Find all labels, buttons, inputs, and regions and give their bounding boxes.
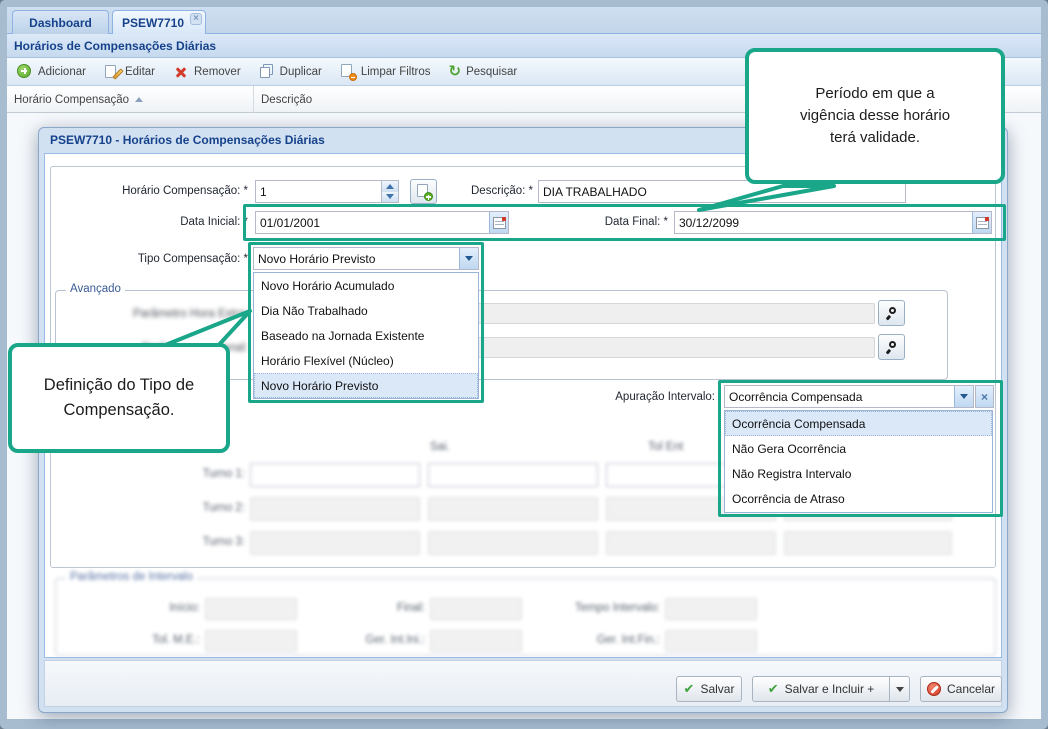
pesquisar-button[interactable]: ↻ Pesquisar xyxy=(449,64,518,79)
calendar-icon[interactable] xyxy=(972,212,991,233)
dialog-title-text: PSEW7710 - Horários de Compensações Diár… xyxy=(50,133,325,147)
column-label: Horário Compensação xyxy=(14,94,129,106)
dropdown-option[interactable]: Não Registra Intervalo xyxy=(725,461,992,486)
tipo-compensacao-label: Tipo Compensação: * xyxy=(60,253,248,265)
dropdown-option[interactable]: Ocorrência de Atraso xyxy=(725,486,992,511)
data-inicial-field[interactable] xyxy=(255,211,509,234)
chevron-down-icon xyxy=(896,687,904,692)
dropdown-option[interactable]: Novo Horário Acumulado xyxy=(254,273,478,298)
tab-label: PSEW7710 xyxy=(122,16,184,30)
split-arrow-button[interactable] xyxy=(889,677,909,701)
tab-psew7710[interactable]: PSEW7710 × xyxy=(112,10,206,34)
tab-bar: Dashboard PSEW7710 × xyxy=(7,7,1041,34)
calendar-icon[interactable] xyxy=(489,212,508,233)
dropdown-option-selected[interactable]: Novo Horário Previsto xyxy=(254,373,478,398)
search-icon xyxy=(885,306,899,320)
tipo-compensacao-combo[interactable] xyxy=(253,247,479,270)
apuracao-intervalo-value[interactable] xyxy=(725,386,954,407)
data-inicial-input[interactable] xyxy=(256,212,489,233)
new-record-icon xyxy=(417,184,431,199)
param-hora-extra-label: Parâmetro Hora Extra: xyxy=(58,308,248,320)
spinner-down-icon[interactable] xyxy=(382,192,398,203)
search-icon xyxy=(885,340,899,354)
callout-periodo: Período em que a vigência desse horário … xyxy=(745,48,1005,184)
chevron-down-icon[interactable] xyxy=(459,248,478,269)
remover-label: Remover xyxy=(194,66,241,78)
column-horario-compensacao[interactable]: Horário Compensação xyxy=(7,86,254,113)
copy-icon xyxy=(259,64,275,80)
horario-compensacao-input[interactable] xyxy=(256,181,381,202)
adicionar-button[interactable]: Adicionar xyxy=(17,64,86,80)
panel-title: Horários de Compensações Diárias xyxy=(14,39,216,53)
fieldset-legend: Avançado xyxy=(66,283,125,295)
search-lookup-button[interactable] xyxy=(878,300,905,326)
column-label: Descrição xyxy=(261,94,312,106)
limpar-filtros-button[interactable]: Limpar Filtros xyxy=(340,64,431,80)
dropdown-option[interactable]: Baseado na Jornada Existente xyxy=(254,323,478,348)
add-icon xyxy=(17,64,33,80)
spinner-buttons[interactable] xyxy=(381,181,398,202)
salvar-label: Salvar xyxy=(700,682,734,696)
data-inicial-label: Data Inicial: * xyxy=(80,216,248,228)
tipo-compensacao-dropdown: Novo Horário Acumulado Dia Não Trabalhad… xyxy=(253,272,479,399)
chevron-down-icon[interactable] xyxy=(954,386,973,407)
sort-asc-icon xyxy=(135,97,143,102)
check-icon: ✔ xyxy=(768,682,779,697)
editar-label: Editar xyxy=(125,66,155,78)
dropdown-option-selected[interactable]: Ocorrência Compensada xyxy=(725,411,992,436)
data-final-input[interactable] xyxy=(675,212,972,233)
remover-button[interactable]: Remover xyxy=(173,64,241,80)
salvar-incluir-label: Salvar e Incluir + xyxy=(785,682,875,696)
dropdown-option[interactable]: Dia Não Trabalhado xyxy=(254,298,478,323)
tab-label: Dashboard xyxy=(29,16,92,30)
clear-button[interactable]: × xyxy=(975,385,994,408)
cancel-icon xyxy=(927,682,941,696)
dropdown-option[interactable]: Horário Flexível (Núcleo) xyxy=(254,348,478,373)
horario-compensacao-label: Horário Compensação: * xyxy=(30,185,248,197)
app-window: Dashboard PSEW7710 × Horários de Compens… xyxy=(0,0,1048,729)
edit-pencil-icon xyxy=(104,64,120,80)
search-lookup-button[interactable] xyxy=(878,334,905,360)
tipo-compensacao-value[interactable] xyxy=(254,248,459,269)
dropdown-option[interactable]: Não Gera Ocorrência xyxy=(725,436,992,461)
salvar-button[interactable]: ✔ Salvar xyxy=(676,676,742,702)
salvar-incluir-button[interactable]: ✔ Salvar e Incluir + xyxy=(752,676,910,702)
spinner-up-icon[interactable] xyxy=(382,181,398,192)
cancelar-label: Cancelar xyxy=(947,682,995,696)
callout-periodo-text: Período em que a vigência desse horário … xyxy=(790,83,960,148)
refresh-icon: ↻ xyxy=(449,64,462,79)
duplicar-button[interactable]: Duplicar xyxy=(259,64,322,80)
clear-filter-icon xyxy=(340,64,356,80)
limpar-filtros-label: Limpar Filtros xyxy=(361,66,431,78)
pesquisar-label: Pesquisar xyxy=(466,66,517,78)
cancelar-button[interactable]: Cancelar xyxy=(920,676,1002,702)
clear-x-icon: × xyxy=(981,391,988,403)
callout-tipo: Definição do Tipo de Compensação. xyxy=(8,343,230,453)
editar-button[interactable]: Editar xyxy=(104,64,155,80)
close-icon[interactable]: × xyxy=(190,13,202,25)
check-icon: ✔ xyxy=(684,682,695,697)
apuracao-intervalo-combo[interactable] xyxy=(724,385,974,408)
data-final-field[interactable] xyxy=(674,211,992,234)
adicionar-label: Adicionar xyxy=(38,66,86,78)
duplicar-label: Duplicar xyxy=(280,66,322,78)
delete-x-icon xyxy=(173,64,189,80)
data-final-label: Data Final: * xyxy=(560,216,668,228)
apuracao-intervalo-dropdown: Ocorrência Compensada Não Gera Ocorrênci… xyxy=(724,410,993,513)
apuracao-intervalo-label: Apuração Intervalo: xyxy=(565,391,715,403)
descricao-label: Descrição: * xyxy=(430,185,533,197)
callout-tipo-text: Definição do Tipo de Compensação. xyxy=(39,373,199,423)
tab-dashboard[interactable]: Dashboard xyxy=(12,10,109,34)
horario-compensacao-spinner[interactable] xyxy=(255,180,399,203)
